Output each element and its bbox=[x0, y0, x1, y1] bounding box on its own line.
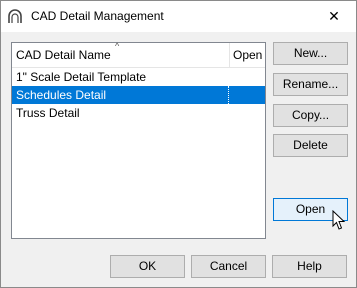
close-icon: ✕ bbox=[328, 8, 340, 24]
detail-name: Truss Detail bbox=[16, 106, 80, 120]
cancel-button[interactable]: Cancel bbox=[191, 255, 266, 278]
detail-open-status bbox=[228, 68, 265, 86]
detail-name: 1" Scale Detail Template bbox=[16, 70, 147, 84]
new-button[interactable]: New... bbox=[273, 42, 348, 65]
mouse-pointer-icon bbox=[332, 210, 346, 230]
arch-logo-icon bbox=[8, 9, 22, 23]
cad-detail-management-dialog: CAD Detail Management ✕ CAD Detail Name … bbox=[0, 0, 357, 288]
window-title: CAD Detail Management bbox=[31, 9, 164, 23]
detail-name: Schedules Detail bbox=[16, 88, 107, 102]
column-header-open[interactable]: Open bbox=[229, 43, 265, 67]
detail-open-status bbox=[228, 86, 265, 104]
delete-button[interactable]: Delete bbox=[273, 134, 348, 157]
column-header-name[interactable]: CAD Detail Name ^ bbox=[12, 41, 228, 67]
detail-open-status bbox=[228, 104, 265, 122]
column-header-open-label: Open bbox=[233, 48, 263, 62]
list-item[interactable]: Truss Detail bbox=[12, 104, 265, 122]
help-button[interactable]: Help bbox=[272, 255, 347, 278]
ok-button[interactable]: OK bbox=[110, 255, 185, 278]
close-button[interactable]: ✕ bbox=[312, 1, 356, 32]
list-item[interactable]: 1" Scale Detail Template bbox=[12, 68, 265, 86]
list-item-selected[interactable]: Schedules Detail bbox=[12, 86, 265, 104]
title-bar[interactable]: CAD Detail Management ✕ bbox=[1, 1, 356, 32]
copy-button[interactable]: Copy... bbox=[273, 104, 348, 127]
sort-ascending-icon: ^ bbox=[115, 41, 120, 51]
rename-button[interactable]: Rename... bbox=[273, 73, 348, 96]
list-header: CAD Detail Name ^ Open bbox=[12, 41, 265, 68]
cad-detail-list[interactable]: CAD Detail Name ^ Open 1" Scale Detail T… bbox=[11, 41, 266, 239]
column-header-name-label: CAD Detail Name bbox=[16, 48, 111, 62]
